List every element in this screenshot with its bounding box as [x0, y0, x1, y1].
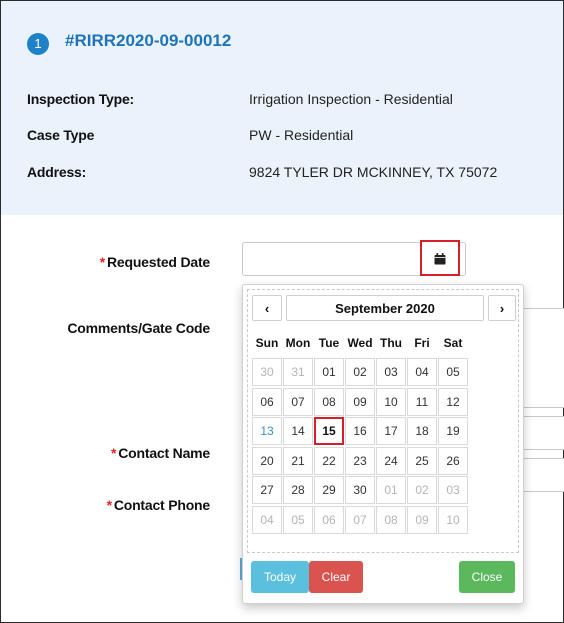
day-cell[interactable]: 01: [314, 358, 344, 386]
case-type-value: PW - Residential: [249, 127, 354, 143]
day-cell[interactable]: 17: [376, 417, 406, 446]
day-cell[interactable]: 10: [438, 506, 468, 534]
case-id-link[interactable]: #RIRR2020-09-00012: [65, 31, 231, 51]
day-cell[interactable]: 14: [283, 417, 313, 446]
day-cell[interactable]: 04: [407, 358, 437, 386]
day-cell[interactable]: 05: [438, 358, 468, 386]
day-cell[interactable]: 21: [283, 446, 313, 475]
weekday-header: Tue: [318, 336, 340, 350]
day-cell[interactable]: 07: [283, 387, 313, 416]
comments-label: Comments/Gate Code: [67, 320, 210, 336]
day-cell[interactable]: 05: [283, 506, 313, 534]
day-cell[interactable]: 08: [376, 506, 406, 534]
day-cell[interactable]: 01: [376, 476, 406, 505]
required-marker: *: [111, 445, 117, 461]
day-cell[interactable]: 06: [314, 506, 344, 534]
required-marker: *: [106, 497, 112, 513]
day-cell[interactable]: 25: [407, 446, 437, 475]
weekday-header: Sat: [443, 336, 463, 350]
calendar-toggle-button[interactable]: [420, 240, 460, 276]
today-button[interactable]: Today: [251, 561, 309, 593]
weekday-header: Fri: [414, 336, 430, 350]
day-cell[interactable]: 30: [345, 476, 375, 505]
required-marker: *: [99, 254, 105, 270]
day-cell[interactable]: 08: [314, 387, 344, 416]
day-cell[interactable]: 06: [252, 387, 282, 416]
day-cell[interactable]: 04: [252, 506, 282, 534]
prev-month-button[interactable]: ‹: [252, 295, 282, 321]
weekday-header: Wed: [347, 336, 373, 350]
selected-day-cell[interactable]: 15: [314, 417, 344, 446]
day-cell[interactable]: 18: [407, 417, 437, 446]
address-label: Address:: [27, 164, 87, 180]
day-cell[interactable]: 09: [345, 387, 375, 416]
address-value: 9824 TYLER DR MCKINNEY, TX 75072: [249, 164, 498, 180]
day-cell[interactable]: 23: [345, 446, 375, 475]
day-cell[interactable]: 09: [407, 506, 437, 534]
day-cell[interactable]: 02: [407, 476, 437, 505]
contact-phone-label: * Contact Phone: [106, 497, 211, 513]
day-cell[interactable]: 07: [345, 506, 375, 534]
datepicker-calendar: ‹ September 2020 › Sun Mon Tue Wed Thu Fri Sat…: [247, 289, 519, 553]
clear-button[interactable]: Clear: [309, 561, 363, 593]
day-cell[interactable]: 20: [252, 446, 282, 475]
day-cell[interactable]: 16: [345, 417, 375, 446]
day-cell[interactable]: 02: [345, 358, 375, 386]
day-cell[interactable]: 30: [252, 358, 282, 386]
day-cell[interactable]: 26: [438, 446, 468, 475]
day-cell[interactable]: 28: [283, 476, 313, 505]
day-cell[interactable]: 31: [283, 358, 313, 386]
day-cell[interactable]: 19: [438, 417, 468, 446]
weekday-header: Mon: [285, 336, 311, 350]
day-cell[interactable]: 27: [252, 476, 282, 505]
contact-name-label: * Contact Name: [111, 445, 210, 461]
weekday-header: Thu: [380, 336, 402, 350]
day-cell[interactable]: 24: [376, 446, 406, 475]
case-type-label: Case Type: [27, 127, 95, 143]
day-cell[interactable]: 12: [438, 387, 468, 416]
day-cell[interactable]: 29: [314, 476, 344, 505]
weekday-header: Sun: [255, 336, 279, 350]
requested-date-label: * Requested Date: [99, 254, 210, 270]
day-cell[interactable]: 13: [252, 417, 282, 446]
close-button[interactable]: Close: [459, 561, 515, 593]
day-cell[interactable]: 10: [376, 387, 406, 416]
calendar-icon: [434, 252, 446, 265]
case-summary-panel: 1 #RIRR2020-09-00012 Inspection Type: Ir…: [1, 1, 563, 215]
step-badge: 1: [27, 33, 49, 55]
day-cell[interactable]: 11: [407, 387, 437, 416]
day-cell[interactable]: 03: [438, 476, 468, 505]
datepicker-popup: ‹ September 2020 › Sun Mon Tue Wed Thu Fri Sat…: [242, 284, 524, 604]
day-cell[interactable]: 03: [376, 358, 406, 386]
inspection-type-value: Irrigation Inspection - Residential: [249, 91, 453, 107]
day-cell[interactable]: 22: [314, 446, 344, 475]
next-month-button[interactable]: ›: [488, 295, 516, 321]
month-title[interactable]: September 2020: [286, 295, 484, 321]
inspection-type-label: Inspection Type:: [27, 91, 134, 107]
